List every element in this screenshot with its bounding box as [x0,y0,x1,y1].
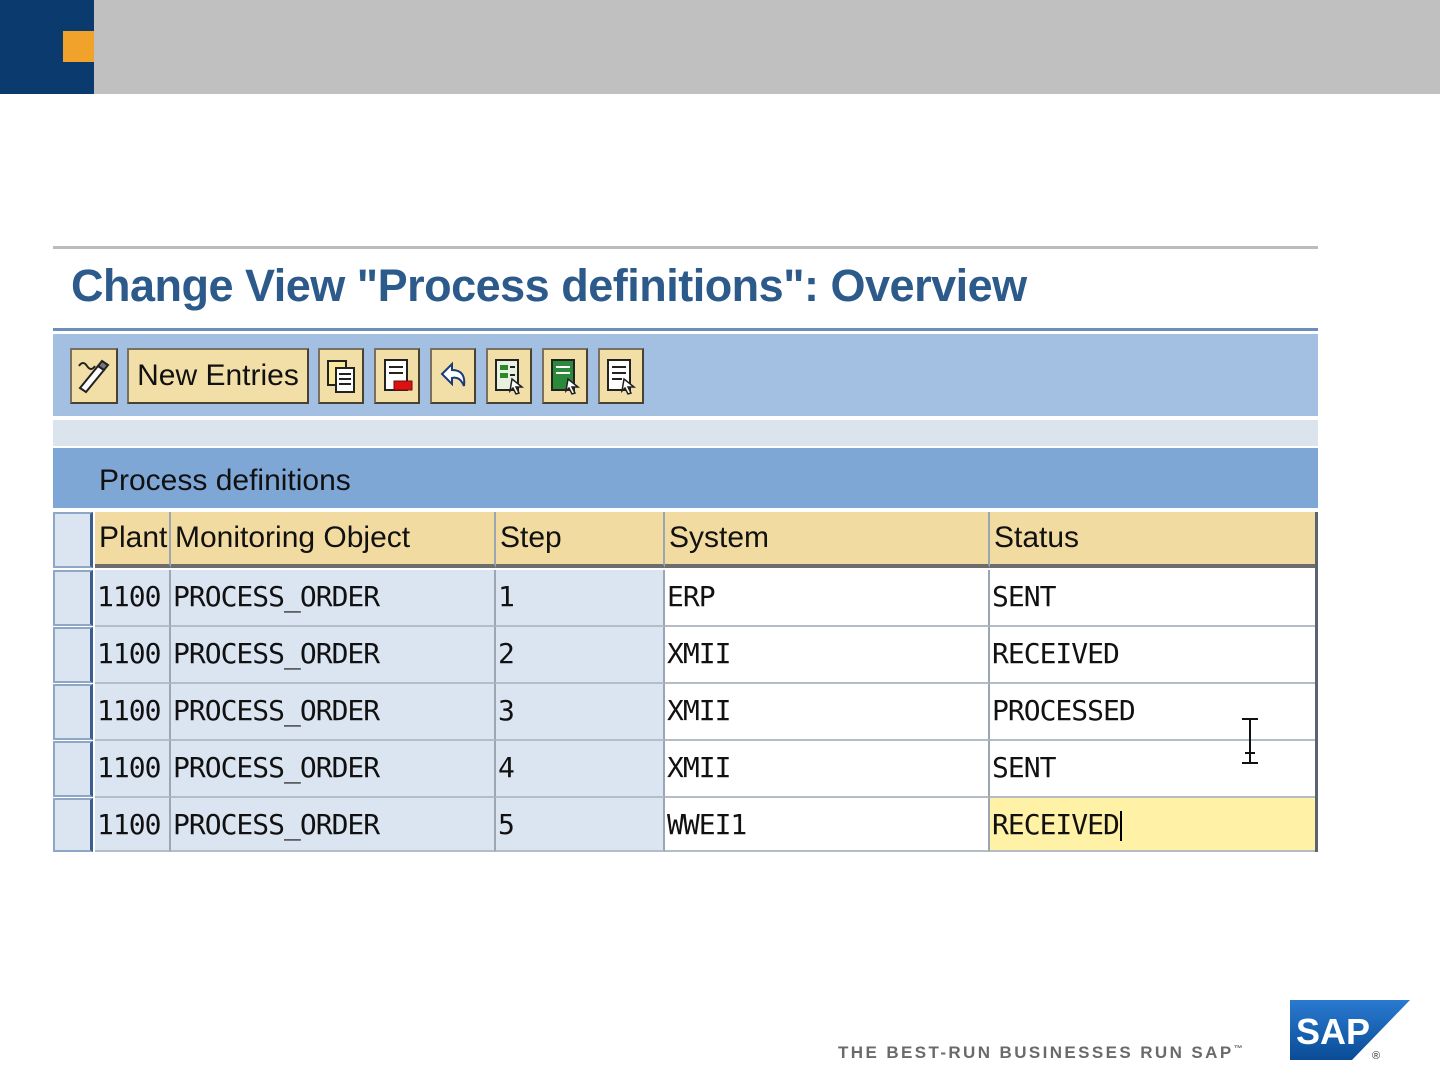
row-selector[interactable] [53,798,93,852]
cell-system[interactable]: XMII [665,684,990,741]
row-selector[interactable] [53,741,93,797]
cell-status[interactable]: SENT [990,570,1318,627]
sap-logo: SAP ® [1290,1000,1410,1062]
undo-change-button[interactable] [430,348,476,404]
ibeam-cursor-icon [1242,718,1258,764]
slide-header-accent-square [63,31,94,62]
registered-mark: ® [1372,1050,1380,1062]
title-divider [53,328,1318,331]
select-all-icon [495,359,525,395]
cell-plant: 1100 [95,570,171,627]
cell-status[interactable]: SENT [990,741,1318,798]
cell-monitoring-object: PROCESS_ORDER [171,798,496,852]
cell-plant: 1100 [95,741,171,798]
cell-system[interactable]: XMII [665,627,990,684]
delete-icon [384,359,413,391]
cell-system[interactable]: WWEI1 [665,798,990,852]
new-entries-label: New Entries [137,359,299,392]
copy-as-button[interactable] [318,348,364,404]
cell-status[interactable]: PROCESSED [990,684,1318,741]
sap-tagline: THE BEST-RUN BUSINESSES RUN SAP™ [838,1043,1243,1063]
cell-monitoring-object: PROCESS_ORDER [171,627,496,684]
cell-plant: 1100 [95,684,171,741]
column-header-monitoring-object[interactable]: Monitoring Object [171,512,496,568]
deselect-all-icon [607,359,637,395]
select-block-icon [551,359,581,395]
select-block-button[interactable] [542,348,588,404]
cell-step: 3 [496,684,665,741]
display-change-button[interactable] [70,348,118,404]
toolbar-lower-strip [53,420,1318,446]
row-selector[interactable] [53,684,93,740]
row-selector[interactable] [53,627,93,683]
cell-step: 5 [496,798,665,852]
cell-monitoring-object: PROCESS_ORDER [171,570,496,627]
cell-monitoring-object: PROCESS_ORDER [171,684,496,741]
cell-status-focused[interactable]: RECEIVED [990,798,1318,852]
sap-screen: Change View "Process definitions": Overv… [53,246,1318,852]
sap-logo-text: SAP [1296,1011,1370,1052]
page-title: Change View "Process definitions": Overv… [71,260,1027,311]
cell-step: 4 [496,741,665,798]
cell-system[interactable]: ERP [665,570,990,627]
column-header-system[interactable]: System [665,512,990,568]
sap-tagline-text: THE BEST-RUN BUSINESSES RUN SAP [838,1043,1234,1062]
text-caret [1119,811,1122,841]
select-all-rows-button[interactable] [53,512,93,568]
cell-status-value: RECEIVED [992,808,1120,841]
column-header-status[interactable]: Status [990,512,1318,568]
delete-button[interactable] [374,348,420,404]
select-all-button[interactable] [486,348,532,404]
cell-plant: 1100 [95,798,171,852]
process-definitions-table: Plant Monitoring Object Step System Stat… [53,512,1318,852]
screen-top-border [53,246,1318,249]
column-header-plant[interactable]: Plant [95,512,171,568]
trademark-mark: ™ [1233,1043,1243,1054]
copy-icon [327,360,355,393]
slide-header-band [0,0,1440,94]
table-section-title: Process definitions [99,464,351,497]
application-toolbar: New Entries [53,334,1318,416]
deselect-all-button[interactable] [598,348,644,404]
column-header-step[interactable]: Step [496,512,665,568]
cell-step: 1 [496,570,665,627]
new-entries-button[interactable]: New Entries [127,348,309,404]
display-change-icon [78,359,110,394]
table-right-border [1315,512,1318,852]
row-selector[interactable] [53,570,93,626]
cell-system[interactable]: XMII [665,741,990,798]
cell-monitoring-object: PROCESS_ORDER [171,741,496,798]
cell-status[interactable]: RECEIVED [990,627,1318,684]
cell-plant: 1100 [95,627,171,684]
undo-icon [440,361,466,387]
cell-step: 2 [496,627,665,684]
table-section-header: Process definitions [53,448,1318,508]
